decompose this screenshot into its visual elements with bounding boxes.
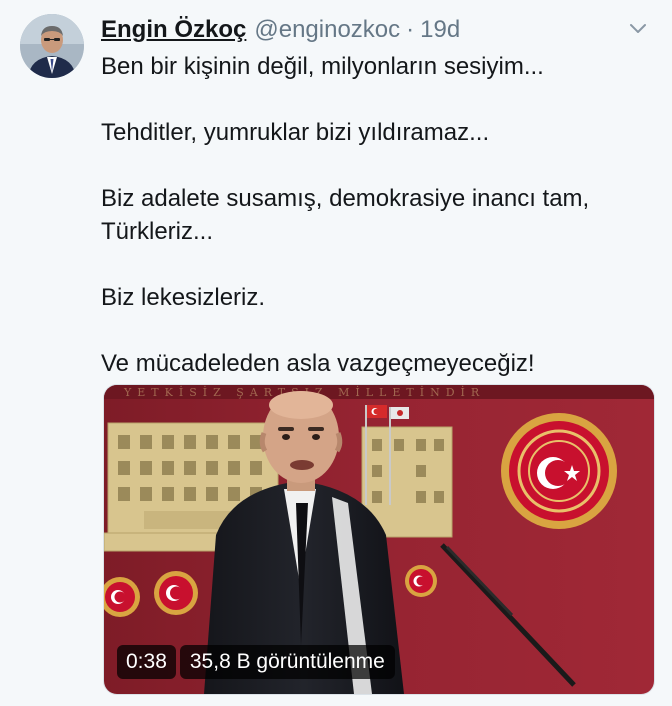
author-name[interactable]: Engin Özkoç (101, 16, 246, 44)
tweet-text: Ben bir kişinin değil, milyonların sesiy… (101, 50, 646, 380)
video-info: 0:38 35,8 B görüntülenme (117, 645, 395, 679)
tweet-line: Türkleriz... (101, 218, 214, 245)
separator-dot: · (406, 16, 415, 43)
tweet-header: Engin Özkoç @enginozkoc · 19d (101, 14, 460, 46)
video-view-count: 35,8 B görüntülenme (179, 645, 395, 679)
tweet-menu-button[interactable] (626, 16, 650, 40)
tweet-timestamp[interactable]: 19d (420, 16, 460, 44)
tweet-line: Biz lekesizleriz. (101, 284, 266, 311)
avatar[interactable] (20, 14, 84, 78)
tweet-line: Tehditler, yumruklar bizi yıldıramaz... (101, 119, 490, 146)
author-handle[interactable]: @enginozkoc (254, 16, 400, 44)
video-duration: 0:38 (117, 645, 176, 679)
tweet-line: Ben bir kişinin değil, milyonların sesiy… (101, 53, 544, 80)
tweet-line: Biz adalete susamış, demokrasiye inancı … (101, 185, 590, 212)
tweet[interactable]: Engin Özkoç @enginozkoc · 19d Ben bir ki… (0, 0, 672, 706)
chevron-down-icon (630, 24, 646, 33)
profile-photo-icon (20, 14, 84, 78)
tweet-line: Ve mücadeleden asla vazgeçmeyeceğiz! (101, 350, 535, 377)
